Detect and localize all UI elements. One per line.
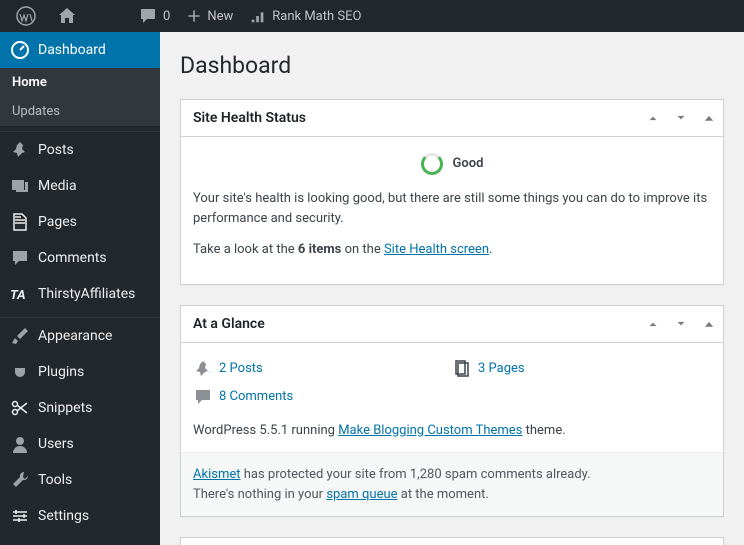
pages-icon	[452, 359, 472, 379]
toggle-button[interactable]	[695, 102, 723, 134]
submenu-dashboard: Home Updates	[0, 68, 160, 126]
at-a-glance-box: At a Glance 2 Posts 3 Pages 8 Comments W…	[180, 305, 724, 518]
toggle-button[interactable]	[695, 540, 723, 545]
wp-logo[interactable]	[8, 6, 49, 26]
media-icon	[10, 176, 30, 196]
menu-plugins[interactable]: Plugins	[0, 354, 160, 390]
menu-thirstyaffiliates[interactable]: TAThirstyAffiliates	[0, 276, 160, 312]
health-ring-icon	[421, 153, 443, 175]
menu-settings[interactable]: Settings	[0, 498, 160, 534]
menu-comments[interactable]: Comments	[0, 240, 160, 276]
admin-sidebar: Dashboard Home Updates Posts Media Pages…	[0, 32, 160, 545]
move-down-button[interactable]	[667, 308, 695, 340]
user-icon	[10, 434, 30, 454]
health-desc: Your site's health is looking good, but …	[193, 189, 711, 228]
activity-heading: Activity	[181, 538, 639, 545]
move-down-button[interactable]	[667, 102, 695, 134]
wp-version: WordPress 5.5.1 running Make Blogging Cu…	[193, 421, 711, 441]
svg-text:TA: TA	[10, 288, 26, 303]
toggle-button[interactable]	[695, 308, 723, 340]
site-health-heading: Site Health Status	[181, 100, 639, 136]
akismet-notice: Akismet has protected your site from 1,2…	[181, 452, 723, 516]
main-content: Dashboard Site Health Status Good Your s…	[160, 32, 744, 545]
akismet-link[interactable]: Akismet	[193, 467, 241, 482]
wrench-icon	[10, 470, 30, 490]
new-content[interactable]: New	[178, 8, 241, 24]
theme-link[interactable]: Make Blogging Custom Themes	[338, 423, 522, 438]
pin-icon	[193, 359, 213, 379]
menu-posts[interactable]: Posts	[0, 132, 160, 168]
brush-icon	[10, 326, 30, 346]
menu-appearance[interactable]: Appearance	[0, 318, 160, 354]
move-up-button[interactable]	[639, 540, 667, 545]
comments-link[interactable]: 0	[130, 6, 178, 26]
glance-heading: At a Glance	[181, 306, 639, 342]
health-status: Good	[193, 153, 711, 175]
comment-icon	[10, 248, 30, 268]
menu-snippets[interactable]: Snippets	[0, 390, 160, 426]
menu-dashboard[interactable]: Dashboard	[0, 32, 160, 68]
page-icon	[10, 212, 30, 232]
page-title: Dashboard	[180, 52, 724, 79]
menu-users[interactable]: Users	[0, 426, 160, 462]
spam-queue-link[interactable]: spam queue	[326, 487, 397, 502]
ta-icon: TA	[10, 284, 30, 304]
glance-comments: 8 Comments	[193, 383, 452, 411]
menu-media[interactable]: Media	[0, 168, 160, 204]
menu-pages[interactable]: Pages	[0, 204, 160, 240]
site-health-box: Site Health Status Good Your site's heal…	[180, 99, 724, 285]
site-health-link[interactable]: Site Health screen	[384, 242, 489, 257]
comment-count: 0	[163, 9, 170, 24]
plugin-icon	[10, 362, 30, 382]
settings-icon	[10, 506, 30, 526]
admin-toolbar: 0 New Rank Math SEO	[0, 0, 744, 32]
submenu-updates[interactable]: Updates	[0, 97, 160, 126]
pin-icon	[10, 140, 30, 160]
activity-box: Activity	[180, 537, 724, 545]
move-up-button[interactable]	[639, 308, 667, 340]
rank-math-seo[interactable]: Rank Math SEO	[241, 7, 369, 25]
glance-pages: 3 Pages	[452, 355, 711, 383]
home-icon[interactable]	[49, 6, 90, 26]
arrow-icon	[160, 42, 168, 58]
dashboard-icon	[10, 40, 30, 60]
submenu-home[interactable]: Home	[0, 68, 160, 97]
health-link-line: Take a look at the 6 items on the Site H…	[193, 240, 711, 260]
glance-posts: 2 Posts	[193, 355, 452, 383]
menu-tools[interactable]: Tools	[0, 462, 160, 498]
scissors-icon	[10, 398, 30, 418]
move-down-button[interactable]	[667, 540, 695, 545]
comment-icon	[193, 387, 213, 407]
move-up-button[interactable]	[639, 102, 667, 134]
